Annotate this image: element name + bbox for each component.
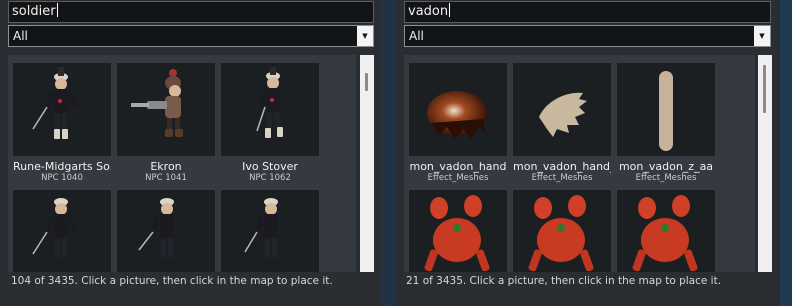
soldier-model-icon bbox=[117, 190, 215, 272]
thumbnail-tile[interactable]: mon_vadon_hand Effect_Meshes bbox=[409, 63, 507, 184]
thumbnail-tile[interactable]: Ivo Stover NPC 1062 bbox=[221, 63, 319, 184]
tile-label: Rune-Midgarts So... bbox=[13, 160, 111, 173]
vadon-bar-mesh-icon bbox=[617, 63, 715, 156]
thumbnail-tile[interactable] bbox=[513, 190, 611, 272]
thumbnail-tile[interactable]: mon_vadon_hand_c Effect_Meshes bbox=[513, 63, 611, 184]
soldier-model-icon bbox=[221, 63, 319, 156]
tile-sublabel: NPC 1062 bbox=[249, 173, 291, 183]
scrollbar-thumb[interactable] bbox=[763, 65, 766, 113]
thumbnail-grid: mon_vadon_hand Effect_Meshes mon_vadon_h… bbox=[404, 55, 755, 272]
search-input-value: vadon bbox=[408, 4, 449, 19]
tile-label: Ivo Stover bbox=[242, 160, 298, 173]
status-text: 21 of 3435. Click a picture, then click … bbox=[406, 275, 722, 287]
thumbnail-tile[interactable]: Ekron NPC 1041 bbox=[117, 63, 215, 184]
left-object-browser: soldier All ▼ Rune-Midgarts So... NPC 10… bbox=[0, 0, 381, 306]
category-filter-select[interactable]: All ▼ bbox=[8, 25, 374, 47]
thumbnail-grid: Rune-Midgarts So... NPC 1040 Ekron NPC 1… bbox=[8, 55, 356, 272]
vadon-crab-icon bbox=[513, 190, 611, 272]
tile-sublabel: Effect_Meshes bbox=[427, 173, 489, 183]
panel-divider bbox=[381, 0, 396, 306]
search-input-value: soldier bbox=[12, 4, 56, 19]
search-input[interactable]: soldier bbox=[8, 1, 374, 23]
right-object-browser: vadon All ▼ mon_vadon_hand Effect_Meshes… bbox=[396, 0, 780, 306]
tile-label: mon_vadon_hand_c bbox=[513, 160, 611, 173]
soldier-model-icon bbox=[13, 190, 111, 272]
tile-sublabel: NPC 1040 bbox=[41, 173, 83, 183]
chevron-down-icon[interactable]: ▼ bbox=[357, 26, 373, 46]
thumbnail-tile[interactable] bbox=[13, 190, 111, 272]
soldier-model-icon bbox=[221, 190, 319, 272]
text-caret bbox=[449, 3, 451, 17]
vadon-crab-icon bbox=[617, 190, 715, 272]
search-input[interactable]: vadon bbox=[404, 1, 771, 23]
ekron-model-icon bbox=[117, 63, 215, 156]
tile-label: mon_vadon_z_aa bbox=[618, 160, 714, 173]
chevron-down-icon[interactable]: ▼ bbox=[754, 26, 770, 46]
text-caret bbox=[56, 3, 58, 17]
panel-edge bbox=[780, 0, 792, 306]
category-filter-value: All bbox=[13, 29, 28, 43]
thumbnail-tile[interactable] bbox=[221, 190, 319, 272]
vadon-crab-icon bbox=[409, 190, 507, 272]
thumbnail-tile[interactable]: mon_vadon_z_aa Effect_Meshes bbox=[617, 63, 715, 184]
scrollbar-thumb[interactable] bbox=[365, 73, 368, 91]
tile-sublabel: Effect_Meshes bbox=[635, 173, 697, 183]
thumbnail-tile[interactable] bbox=[409, 190, 507, 272]
category-filter-select[interactable]: All ▼ bbox=[404, 25, 771, 47]
thumbnail-tile[interactable] bbox=[617, 190, 715, 272]
vertical-scrollbar[interactable] bbox=[360, 55, 374, 272]
tile-sublabel: Effect_Meshes bbox=[531, 173, 593, 183]
tile-label: Ekron bbox=[150, 160, 182, 173]
tile-label: mon_vadon_hand bbox=[409, 160, 507, 173]
vertical-scrollbar[interactable] bbox=[758, 55, 772, 272]
soldier-model-icon bbox=[13, 63, 111, 156]
category-filter-value: All bbox=[409, 29, 424, 43]
status-text: 104 of 3435. Click a picture, then click… bbox=[11, 275, 333, 287]
tile-sublabel: NPC 1041 bbox=[145, 173, 187, 183]
thumbnail-tile[interactable]: Rune-Midgarts So... NPC 1040 bbox=[13, 63, 111, 184]
vadon-hand-mesh-icon bbox=[409, 63, 507, 156]
vadon-claw-mesh-icon bbox=[513, 63, 611, 156]
thumbnail-tile[interactable] bbox=[117, 190, 215, 272]
